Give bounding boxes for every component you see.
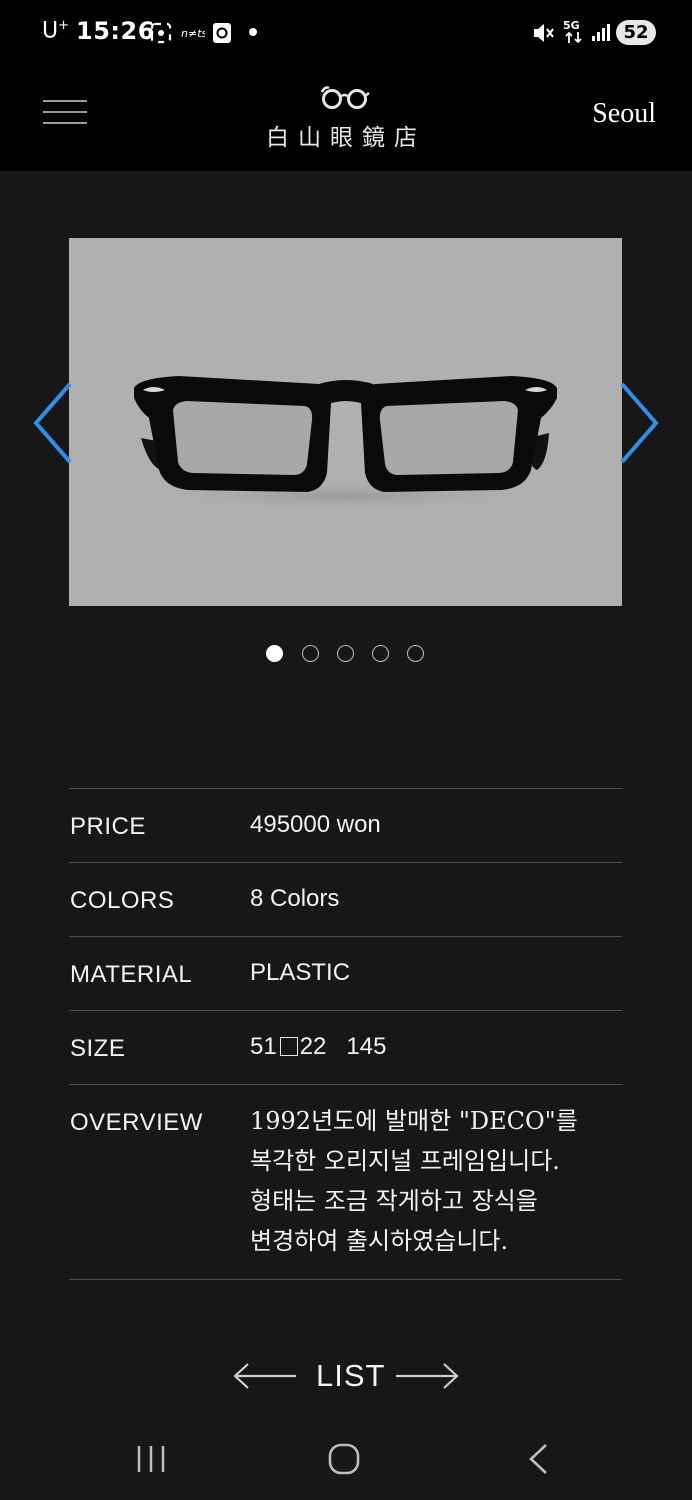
carousel-pagination bbox=[266, 645, 426, 663]
svg-text:n≠ts: n≠ts bbox=[181, 27, 205, 40]
pagination-dot-1[interactable] bbox=[266, 645, 283, 662]
battery-indicator: 52 bbox=[616, 20, 656, 45]
colors-value: 8 Colors bbox=[250, 885, 340, 912]
size-box-icon bbox=[279, 1037, 298, 1056]
shop-logo[interactable]: 白山眼鏡店 bbox=[250, 80, 442, 151]
network-5g-icon: 5G bbox=[563, 19, 582, 44]
mute-icon bbox=[534, 24, 554, 42]
pagination-dot-5[interactable] bbox=[407, 645, 424, 662]
overview-text: 1992년도에 발매한 "DECO"를 복각한 오리지널 프레임입니다. 형태는… bbox=[250, 1101, 622, 1261]
app-notification-icon: n≠ts bbox=[181, 27, 205, 40]
spec-row-size: SIZE 51 22 145 bbox=[69, 1010, 622, 1084]
logo-text: 白山眼鏡店 bbox=[266, 125, 426, 151]
size-bridge: 22 bbox=[299, 1033, 327, 1060]
overview-line: 형태는 조금 작게하고 장식을 bbox=[250, 1187, 538, 1215]
spec-row-price: PRICE 495000 won bbox=[69, 788, 622, 862]
material-label: MATERIAL bbox=[70, 961, 193, 988]
status-bar: U+ 15:26 n≠ts 5G 52 bbox=[0, 0, 692, 54]
price-label: PRICE bbox=[70, 813, 146, 840]
svg-text:5G: 5G bbox=[563, 19, 580, 32]
pagination-dot-3[interactable] bbox=[337, 645, 354, 662]
overview-label: OVERVIEW bbox=[70, 1109, 203, 1136]
recent-apps-icon[interactable] bbox=[134, 1444, 168, 1474]
size-temple: 145 bbox=[346, 1033, 387, 1060]
size-label: SIZE bbox=[70, 1035, 126, 1062]
spec-row-material: MATERIAL PLASTIC bbox=[69, 936, 622, 1010]
clock-app-icon bbox=[213, 23, 231, 43]
site-header: 白山眼鏡店 Seoul bbox=[0, 54, 692, 171]
list-link[interactable]: LIST bbox=[316, 1358, 385, 1394]
colors-label: COLORS bbox=[70, 887, 175, 914]
spec-row-colors: COLORS 8 Colors bbox=[69, 862, 622, 936]
eyeglasses-photo bbox=[125, 376, 565, 512]
list-navigation: LIST bbox=[232, 1354, 460, 1400]
size-lens: 51 bbox=[250, 1033, 277, 1060]
arrow-right-icon[interactable] bbox=[394, 1360, 460, 1392]
previous-slide-arrow[interactable] bbox=[30, 380, 76, 466]
notification-dot bbox=[249, 28, 257, 36]
overview-line: 1992년도에 발매한 "DECO"를 bbox=[250, 1107, 578, 1135]
screenshot-icon bbox=[150, 22, 172, 44]
material-value: PLASTIC bbox=[250, 959, 351, 986]
signal-icon bbox=[592, 24, 610, 41]
status-time: 15:26 bbox=[76, 17, 155, 45]
arrow-left-icon[interactable] bbox=[232, 1360, 298, 1392]
overview-line: 변경하여 출시하였습니다. bbox=[250, 1227, 509, 1255]
glasses-logo-icon bbox=[320, 86, 370, 109]
spec-row-overview: OVERVIEW 1992년도에 발매한 "DECO"를 복각한 오리지널 프레… bbox=[69, 1084, 622, 1280]
pagination-dot-2[interactable] bbox=[302, 645, 319, 662]
size-value: 51 22 145 bbox=[250, 1033, 386, 1061]
carrier-label: U+ bbox=[42, 18, 70, 44]
price-value: 495000 won bbox=[250, 811, 381, 838]
next-slide-arrow[interactable] bbox=[616, 380, 662, 466]
product-spec-table: PRICE 495000 won COLORS 8 Colors MATERIA… bbox=[69, 788, 622, 1280]
overview-line: 복각한 오리지널 프레임입니다. bbox=[250, 1147, 560, 1175]
system-navigation-bar bbox=[0, 1418, 692, 1500]
product-image[interactable] bbox=[69, 238, 622, 606]
menu-icon[interactable] bbox=[43, 100, 87, 126]
pagination-dot-4[interactable] bbox=[372, 645, 389, 662]
home-icon[interactable] bbox=[327, 1442, 361, 1476]
back-icon[interactable] bbox=[524, 1442, 552, 1476]
city-selector[interactable]: Seoul bbox=[592, 98, 656, 130]
